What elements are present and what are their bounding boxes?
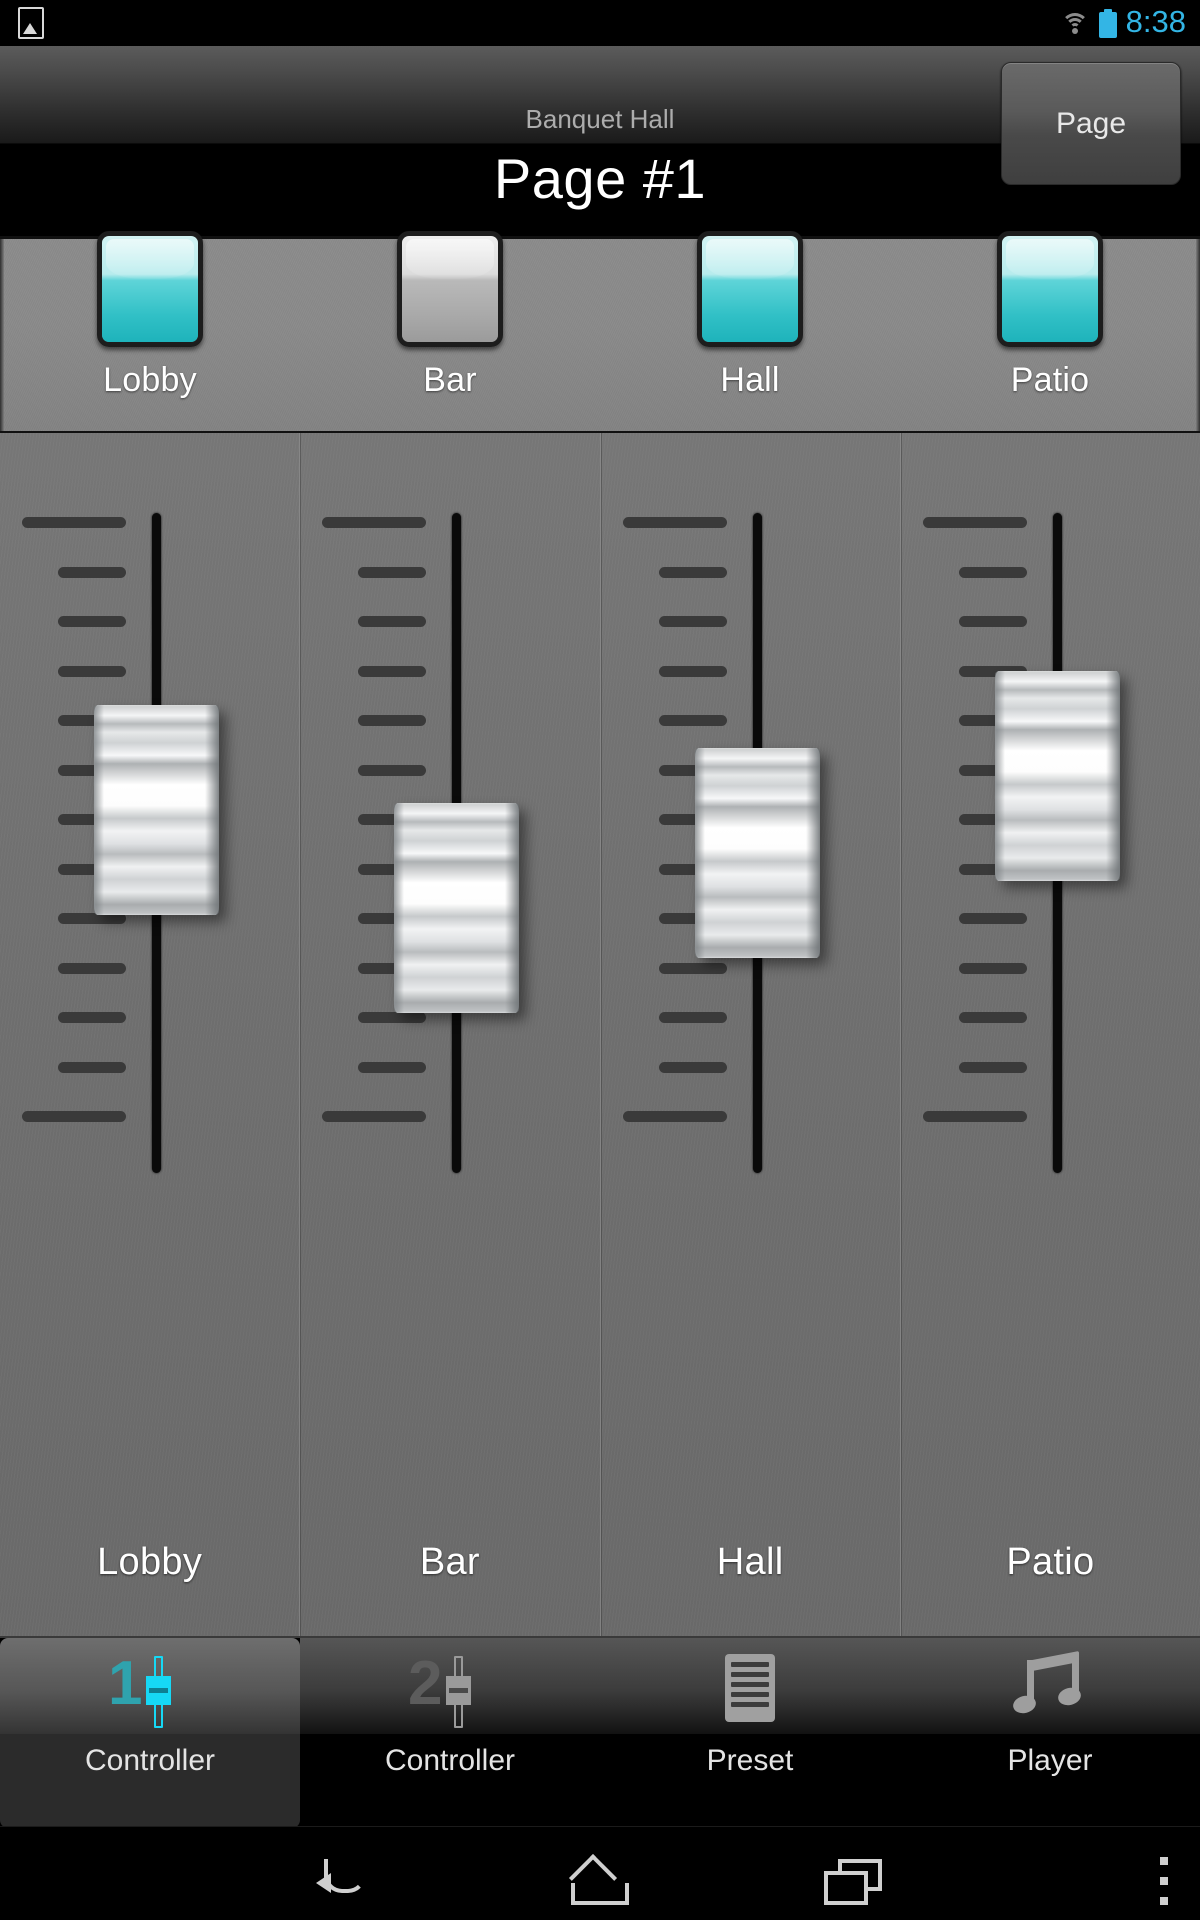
fader-channel-lobby: Lobby xyxy=(0,433,301,1636)
tab-icon-wrapper xyxy=(710,1654,790,1730)
page-button[interactable]: Page xyxy=(1001,62,1181,185)
status-bar: 8:38 xyxy=(0,0,1200,46)
fader-tick xyxy=(358,566,427,578)
fader-thumb[interactable] xyxy=(394,803,520,1014)
fader-tick xyxy=(922,517,1027,528)
toggle-cell: Lobby xyxy=(0,231,300,431)
tab-controller-1[interactable]: 1 Controller xyxy=(0,1638,300,1828)
toggle-panel: Lobby Bar Hall Patio xyxy=(0,231,1200,433)
fader-tick xyxy=(658,962,727,974)
toggle-cell: Hall xyxy=(600,231,900,431)
tab-icon-wrapper: 1 xyxy=(108,1653,190,1730)
toggle-button-hall[interactable] xyxy=(697,231,803,347)
fader-tick xyxy=(958,962,1027,974)
fader-tick xyxy=(358,616,427,627)
home-icon[interactable] xyxy=(566,1853,634,1905)
fader-tick xyxy=(658,1061,727,1073)
fader-channel-bar: Bar xyxy=(300,433,601,1636)
image-icon xyxy=(18,7,44,39)
fader-tick xyxy=(58,1061,126,1073)
title-bar: Banquet Hall Page #1 Page xyxy=(0,46,1200,236)
fader-channel-hall: Hall xyxy=(601,433,901,1636)
tab-player-4[interactable]: Player xyxy=(900,1638,1200,1826)
fader-tick xyxy=(958,1061,1027,1073)
fader-tick xyxy=(622,1111,727,1122)
music-note-icon xyxy=(1011,1650,1087,1724)
fader-tick xyxy=(58,962,126,974)
toggle-label: Patio xyxy=(1010,361,1090,399)
fader-tick xyxy=(22,517,126,528)
fader-panel: Lobby Bar Hall Patio xyxy=(0,433,1200,1636)
fader-tick xyxy=(358,715,427,726)
fader-tick xyxy=(358,1012,427,1023)
fader-tick xyxy=(958,1012,1027,1023)
status-clock: 8:38 xyxy=(1125,4,1186,39)
fader-2-icon: 2 xyxy=(408,1653,490,1730)
fader-tick xyxy=(622,517,727,528)
fader-1-icon: 1 xyxy=(108,1653,190,1730)
fader-label: Patio xyxy=(1006,1541,1095,1583)
fader-tick xyxy=(658,616,727,627)
notification-area xyxy=(18,7,48,39)
fader-channel-patio: Patio xyxy=(901,433,1200,1636)
fader-tick xyxy=(22,1111,126,1122)
back-icon[interactable] xyxy=(316,1859,370,1903)
battery-icon xyxy=(1098,8,1117,38)
toggle-row: Lobby Bar Hall Patio xyxy=(0,231,1200,431)
fader-tick xyxy=(658,665,727,677)
fader-label: Bar xyxy=(419,1541,480,1583)
fader-label: Lobby xyxy=(97,1541,203,1583)
fader-thumb[interactable] xyxy=(94,704,219,915)
overflow-menu-icon[interactable] xyxy=(1160,1857,1168,1905)
fader-tick xyxy=(58,1012,126,1023)
wifi-icon xyxy=(1060,11,1090,35)
tab-label: Controller xyxy=(84,1744,216,1777)
tab-preset-3[interactable]: Preset xyxy=(600,1638,900,1826)
fader-tick xyxy=(658,1012,727,1023)
android-nav-bar xyxy=(0,1826,1200,1920)
toggle-label: Hall xyxy=(720,361,780,399)
toggle-cell: Bar xyxy=(300,231,600,431)
fader-tick xyxy=(958,913,1027,924)
fader-tick xyxy=(58,665,126,677)
toggle-label: Bar xyxy=(423,361,477,399)
app-root: 8:38 Banquet Hall Page #1 Page Lobby Bar H… xyxy=(0,0,1200,1920)
fader-tick xyxy=(322,517,427,528)
fader-tick xyxy=(958,566,1027,578)
toggle-label: Lobby xyxy=(103,361,197,399)
tab-bar: 1 Controller 2 Controller Preset Player xyxy=(0,1636,1200,1828)
status-indicators: 8:38 xyxy=(1060,0,1192,46)
fader-label: Hall xyxy=(716,1541,784,1583)
fader-tick xyxy=(658,715,727,726)
tab-controller-2[interactable]: 2 Controller xyxy=(300,1638,600,1826)
toggle-button-lobby[interactable] xyxy=(97,231,203,347)
fader-tick xyxy=(322,1111,427,1122)
recents-icon[interactable] xyxy=(824,1859,886,1905)
fader-tick xyxy=(658,566,727,578)
tab-label: Preset xyxy=(706,1744,794,1777)
fader-tick xyxy=(358,665,427,677)
fader-tick xyxy=(358,764,427,776)
fader-thumb[interactable] xyxy=(994,670,1120,881)
fader-tick xyxy=(958,616,1027,627)
preset-list-icon xyxy=(725,1654,775,1722)
fader-tick xyxy=(922,1111,1027,1122)
fader-tick xyxy=(358,1061,427,1073)
toggle-button-bar[interactable] xyxy=(397,231,503,347)
tab-label: Controller xyxy=(384,1744,516,1777)
tab-icon-wrapper xyxy=(1010,1650,1090,1730)
toggle-cell: Patio xyxy=(900,231,1200,431)
tab-label: Player xyxy=(1007,1744,1093,1777)
fader-tick xyxy=(58,566,126,578)
toggle-button-patio[interactable] xyxy=(997,231,1103,347)
fader-thumb[interactable] xyxy=(694,747,820,958)
fader-tick xyxy=(58,616,126,627)
tab-icon-wrapper: 2 xyxy=(408,1653,490,1730)
